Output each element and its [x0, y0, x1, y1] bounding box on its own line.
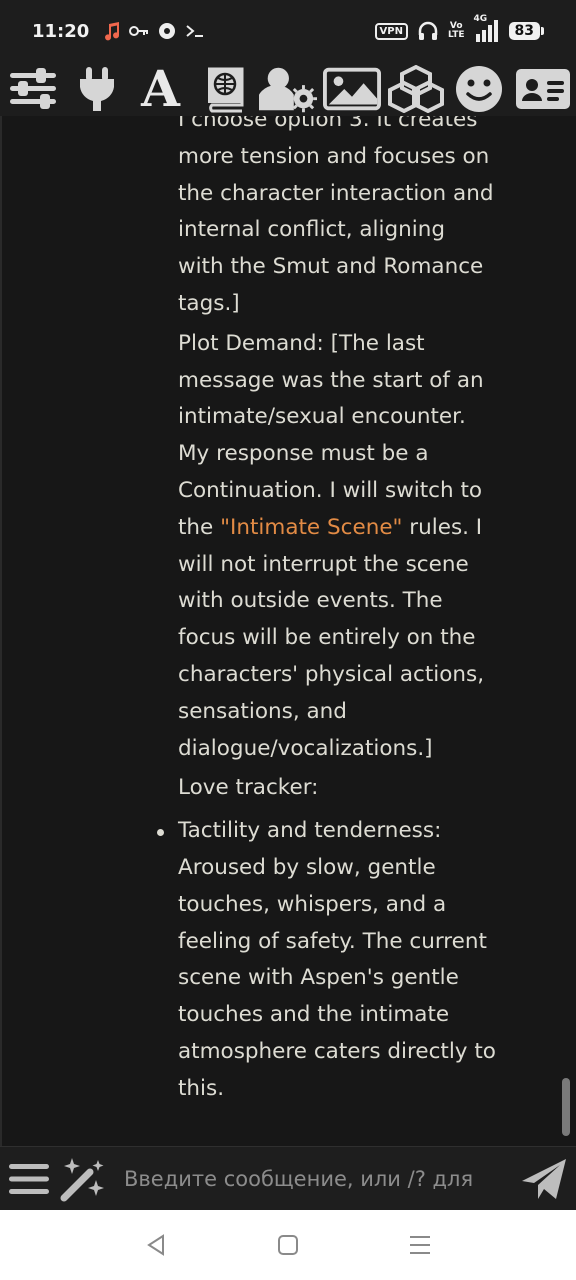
chat-area[interactable]: I choose option 3. It creates more tensi… — [0, 116, 576, 1146]
formatting-button[interactable]: A — [132, 62, 190, 116]
highlighted-quote: "Intimate Scene" — [220, 514, 403, 540]
bullet-icon — [157, 829, 164, 837]
input-bar — [0, 1146, 576, 1210]
persona-button[interactable] — [259, 62, 317, 116]
music-note-icon — [105, 22, 120, 41]
font-icon: A — [141, 59, 180, 118]
send-icon — [522, 1158, 566, 1199]
user-settings-icon — [259, 67, 317, 113]
scrollbar-thumb[interactable] — [562, 1078, 570, 1136]
sliders-icon — [10, 68, 56, 109]
magic-wand-icon — [60, 1157, 104, 1201]
recents-menu-icon — [410, 1236, 430, 1254]
vpn-badge: VPN — [374, 22, 408, 40]
sliders-button[interactable] — [4, 62, 62, 116]
reasoning-paragraph: I choose option 3. It creates more tensi… — [178, 116, 496, 323]
home-square-icon — [278, 1235, 298, 1255]
clipped-line: I choose option 3. It — [178, 116, 392, 132]
plot-demand-paragraph: Plot Demand: [The last message was the s… — [178, 330, 485, 761]
extensions-wand-button[interactable] — [58, 1147, 110, 1211]
smiley-icon — [456, 66, 503, 112]
extensions-icon — [387, 65, 444, 113]
ai-message: I choose option 3. It creates more tensi… — [157, 116, 496, 1108]
extensions-button[interactable] — [387, 62, 445, 116]
terminal-icon — [186, 25, 204, 37]
options-menu-button[interactable] — [0, 1147, 58, 1211]
battery-indicator: 83 — [508, 22, 540, 40]
status-time: 11:20 — [32, 20, 90, 42]
send-button[interactable] — [512, 1147, 576, 1211]
love-tracker-label: Love tracker: — [178, 775, 319, 801]
back-triangle-icon — [147, 1234, 164, 1256]
message-input[interactable] — [110, 1151, 512, 1206]
signal-indicator: 4G — [474, 14, 500, 42]
system-navigation-bar — [0, 1210, 576, 1280]
list-item: Tactility and tenderness: Aroused by slo… — [157, 813, 496, 1107]
key-icon — [129, 26, 149, 36]
recents-button[interactable] — [395, 1220, 445, 1270]
plug-icon — [79, 67, 114, 111]
image-icon — [322, 67, 381, 111]
volte-indicator: Vo LTE — [447, 21, 465, 40]
hamburger-menu-icon — [9, 1163, 49, 1194]
back-button[interactable] — [131, 1220, 181, 1270]
character-management-button[interactable] — [514, 62, 572, 116]
api-connections-button[interactable] — [68, 62, 126, 116]
headphones-icon — [418, 21, 438, 40]
world-info-button[interactable] — [195, 62, 253, 116]
character-expression-button[interactable] — [450, 62, 508, 116]
status-bar: 11:20 VPN Vo LTE 4G 83 — [0, 0, 576, 62]
background-button[interactable] — [322, 62, 381, 116]
home-button[interactable] — [263, 1220, 313, 1270]
id-card-icon — [516, 69, 570, 109]
love-tracker-list: Tactility and tenderness: Aroused by slo… — [157, 813, 496, 1107]
world-book-icon — [208, 67, 244, 113]
top-toolbar: A — [0, 62, 576, 116]
emblem-icon — [159, 23, 176, 39]
